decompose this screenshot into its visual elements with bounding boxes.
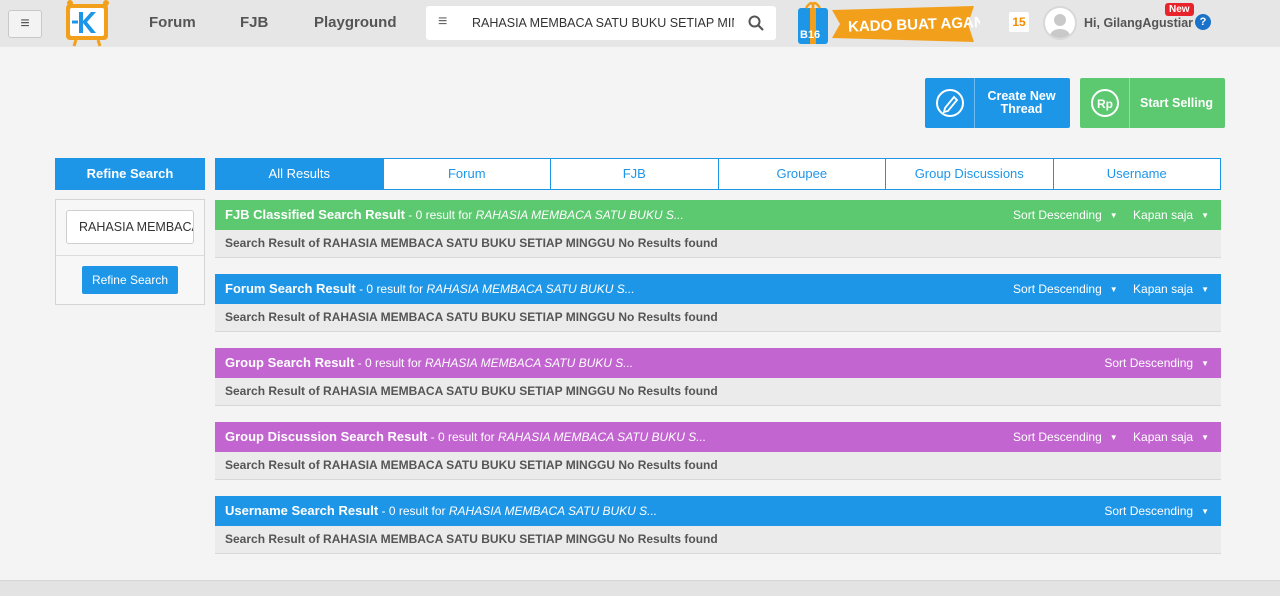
tab-all-results[interactable]: All Results (216, 159, 383, 189)
chevron-down-icon: ▼ (1109, 433, 1118, 442)
chevron-down-icon: ▼ (1201, 433, 1209, 442)
footer-strip (0, 580, 1280, 596)
section-query: RAHASIA MEMBACA SATU BUKU S... (425, 356, 634, 370)
nav-playground[interactable]: Playground (314, 14, 397, 31)
group-discussion-result-section: Group Discussion Search Result - 0 resul… (215, 422, 1221, 480)
time-dropdown[interactable]: Kapan saja ▼ (1133, 422, 1209, 453)
section-query: RAHASIA MEMBACA SATU BUKU S... (497, 430, 707, 444)
section-title: Forum Search Result (225, 281, 356, 296)
section-body: Search Result of RAHASIA MEMBACA SATU BU… (215, 230, 1221, 258)
sort-dropdown[interactable]: Sort Descending ▼ (1104, 348, 1209, 379)
section-title: Username Search Result (225, 503, 379, 518)
sort-dropdown[interactable]: Sort Descending ▼ (1013, 274, 1118, 305)
chevron-down-icon: ▼ (1201, 507, 1209, 516)
user-greeting[interactable]: Hi, GilangAgustiar (1084, 16, 1193, 30)
chevron-down-icon: ▼ (1201, 211, 1209, 220)
section-count: - 0 result for (355, 282, 427, 296)
section-controls: Sort Descending ▼ Kapan saja ▼ (1001, 274, 1209, 304)
nav-forum[interactable]: Forum (149, 14, 196, 31)
section-controls: Sort Descending ▼ Kapan saja ▼ (1001, 422, 1209, 452)
refine-search-input[interactable] (66, 210, 194, 244)
pencil-icon (925, 78, 975, 128)
question-icon[interactable]: ? (1195, 14, 1211, 30)
kaskus-logo[interactable] (62, 0, 120, 47)
create-new-thread-button[interactable]: Create New Thread (925, 78, 1070, 128)
section-controls: Sort Descending ▼ (1092, 496, 1209, 526)
search-category-menu-icon[interactable]: ≡ (438, 14, 454, 30)
section-controls: Sort Descending ▼ (1092, 348, 1209, 378)
section-query: RAHASIA MEMBACA SATU BUKU S... (448, 504, 658, 518)
top-navbar: ≡ Forum FJB Playground ≡ B16 KADO BUAT A… (0, 0, 1280, 47)
forum-result-section: Forum Search Result - 0 result for RAHAS… (215, 274, 1221, 332)
section-title: Group Search Result (225, 355, 355, 370)
section-body: Search Result of RAHASIA MEMBACA SATU BU… (215, 526, 1221, 554)
tab-forum[interactable]: Forum (382, 159, 551, 189)
result-tabs: All Results Forum FJB Groupee Group Disc… (215, 158, 1221, 190)
section-title: Group Discussion Search Result (225, 429, 428, 444)
section-body: Search Result of RAHASIA MEMBACA SATU BU… (215, 452, 1221, 480)
group-result-section: Group Search Result - 0 result for RAHAS… (215, 348, 1221, 406)
section-body: Search Result of RAHASIA MEMBACA SATU BU… (215, 378, 1221, 406)
tab-fjb[interactable]: FJB (550, 159, 718, 189)
promo-badge: B16 (800, 29, 820, 41)
section-header: Group Discussion Search Result - 0 resul… (215, 422, 1221, 452)
kado-buat-agan-promo[interactable]: B16 KADO BUAT AGAN (796, 0, 980, 47)
chevron-down-icon: ▼ (1201, 359, 1209, 368)
notification-count[interactable]: 15 (1009, 12, 1029, 32)
chevron-down-icon: ▼ (1201, 285, 1209, 294)
section-header: FJB Classified Search Result - 0 result … (215, 200, 1221, 230)
refine-search-button[interactable]: Refine Search (82, 266, 178, 294)
nav-fjb[interactable]: FJB (240, 14, 268, 31)
section-body: Search Result of RAHASIA MEMBACA SATU BU… (215, 304, 1221, 332)
start-selling-label: Start Selling (1140, 95, 1213, 110)
sort-dropdown[interactable]: Sort Descending ▼ (1013, 422, 1118, 453)
fjb-result-section: FJB Classified Search Result - 0 result … (215, 200, 1221, 258)
username-result-section: Username Search Result - 0 result for RA… (215, 496, 1221, 554)
section-count: - 0 result for (427, 430, 498, 444)
chevron-down-icon: ▼ (1109, 211, 1118, 220)
sort-dropdown[interactable]: Sort Descending ▼ (1104, 496, 1209, 527)
hamburger-icon[interactable]: ≡ (8, 10, 42, 38)
tab-groupee[interactable]: Groupee (717, 159, 886, 189)
search-icon[interactable] (748, 15, 764, 31)
rupiah-icon-text: Rp (1097, 97, 1113, 111)
avatar[interactable] (1043, 6, 1077, 40)
time-dropdown[interactable]: Kapan saja ▼ (1133, 200, 1209, 231)
search-input[interactable] (472, 6, 734, 40)
section-controls: Sort Descending ▼ Kapan saja ▼ (1001, 200, 1209, 230)
rupiah-icon: Rp (1080, 78, 1130, 128)
tab-username[interactable]: Username (1052, 159, 1221, 189)
time-dropdown[interactable]: Kapan saja ▼ (1133, 274, 1209, 305)
sort-dropdown[interactable]: Sort Descending ▼ (1013, 200, 1118, 231)
section-count: - 0 result for (404, 208, 476, 222)
tab-group-discussions[interactable]: Group Discussions (885, 159, 1053, 189)
section-query: RAHASIA MEMBACA SATU BUKU S... (426, 282, 635, 296)
section-title: FJB Classified Search Result (225, 207, 405, 222)
start-selling-button[interactable]: Rp Start Selling (1080, 78, 1225, 128)
section-count: - 0 result for (354, 356, 425, 370)
section-header: Group Search Result - 0 result for RAHAS… (215, 348, 1221, 378)
refine-divider (56, 255, 204, 256)
refine-search-panel: Refine Search (55, 199, 205, 305)
section-count: - 0 result for (378, 504, 449, 518)
section-header: Forum Search Result - 0 result for RAHAS… (215, 274, 1221, 304)
section-header: Username Search Result - 0 result for RA… (215, 496, 1221, 526)
chevron-down-icon: ▼ (1109, 285, 1118, 294)
create-new-thread-label: Create New Thread (987, 89, 1056, 116)
search-bar: ≡ (426, 6, 776, 40)
new-badge: New (1165, 3, 1194, 16)
refine-search-heading: Refine Search (55, 158, 205, 190)
section-query: RAHASIA MEMBACA SATU BUKU S... (475, 208, 684, 222)
